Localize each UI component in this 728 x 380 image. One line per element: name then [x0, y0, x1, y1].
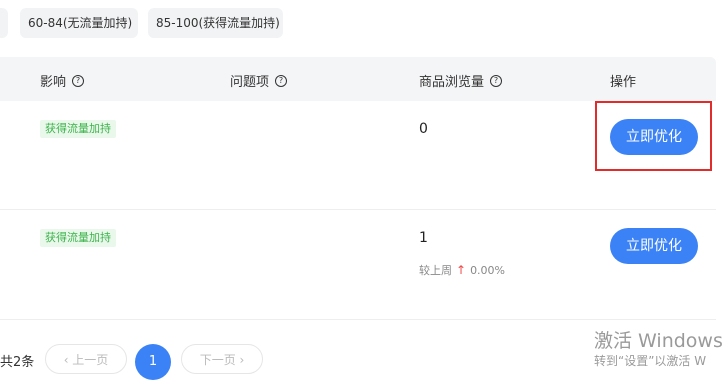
row-divider — [0, 319, 716, 320]
header-impact-label: 影响 — [40, 75, 67, 90]
header-actions: 操作 — [610, 71, 636, 90]
views-count: 0 — [419, 121, 428, 137]
help-icon[interactable]: ? — [72, 74, 85, 87]
help-icon[interactable]: ? — [490, 74, 503, 87]
trend-value: 0.00% — [470, 263, 506, 277]
next-page-button[interactable]: 下一页 › — [181, 344, 263, 374]
activation-watermark-subtitle: 转到“设置”以激活 W — [594, 354, 707, 368]
row-divider — [0, 209, 716, 210]
trend-up-icon: ↑ — [456, 263, 467, 277]
header-views-label: 商品浏览量 — [419, 75, 485, 90]
page-1-button[interactable]: 1 — [135, 344, 171, 380]
views-count: 1 — [419, 230, 428, 246]
week-trend: 较上周 ↑ 0.00% — [419, 262, 505, 278]
filter-chip-60-84[interactable]: 60-84(无流量加持) — [20, 8, 138, 38]
header-impact: 影响 ? — [40, 71, 85, 90]
filter-chip-85-100[interactable]: 85-100(获得流量加持) — [148, 8, 283, 38]
pagination-total: 共2条 — [0, 355, 35, 370]
status-badge: 获得流量加持 — [40, 229, 116, 247]
header-actions-label: 操作 — [610, 75, 637, 90]
header-issues-label: 问题项 — [230, 75, 270, 90]
activation-watermark-title: 激活 Windows — [594, 330, 723, 352]
header-issues: 问题项 ? — [230, 71, 288, 90]
header-views: 商品浏览量 ? — [419, 71, 503, 90]
table-header: 影响 ? 问题项 ? 商品浏览量 ? 操作 — [0, 57, 716, 101]
prev-page-button[interactable]: ‹ 上一页 — [45, 344, 127, 374]
filter-chip-partial[interactable] — [0, 8, 8, 38]
highlight-box — [595, 101, 712, 171]
trend-label: 较上周 — [419, 264, 452, 277]
status-badge: 获得流量加持 — [40, 120, 116, 138]
help-icon[interactable]: ? — [275, 74, 288, 87]
optimize-button[interactable]: 立即优化 — [610, 228, 698, 264]
